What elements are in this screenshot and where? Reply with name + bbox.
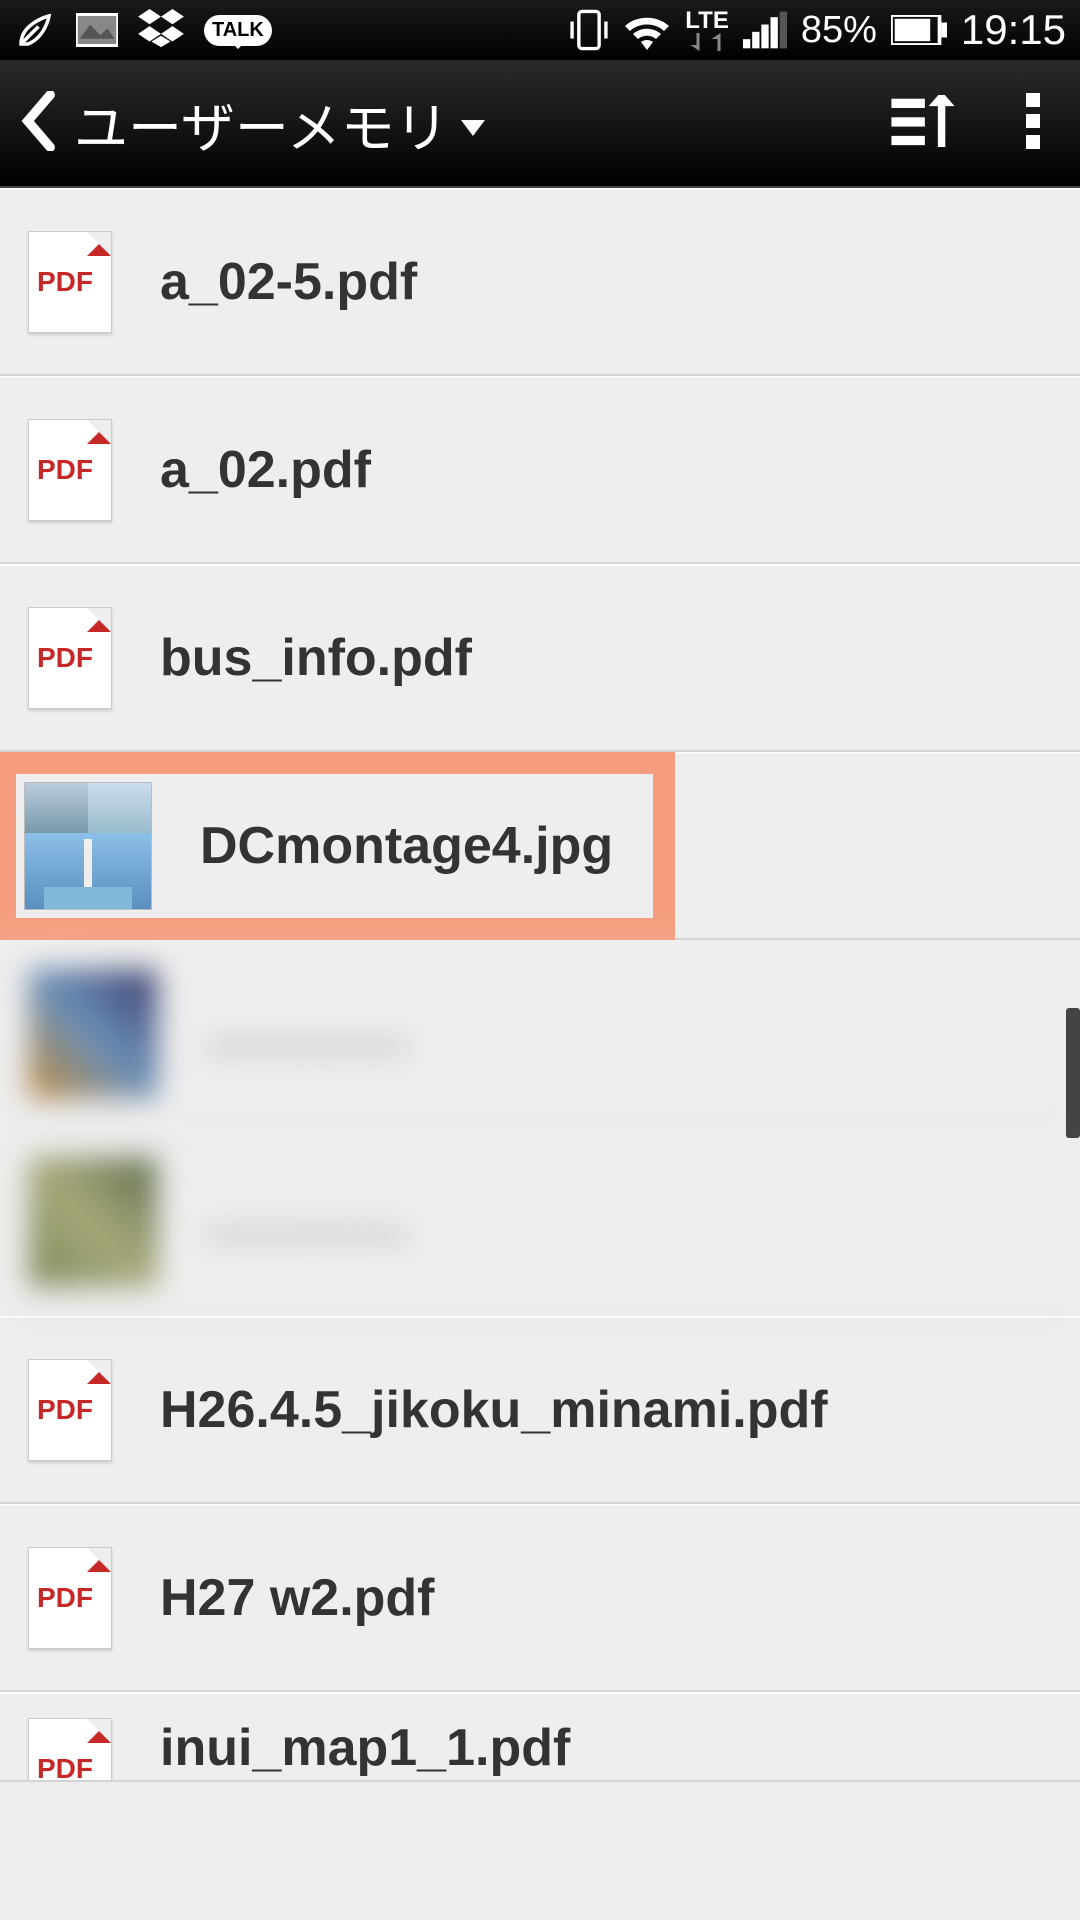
wifi-icon	[623, 10, 671, 50]
file-name: inui_map1_1.pdf	[160, 1718, 570, 1778]
file-row[interactable]: PDF inui_map1_1.pdf	[0, 1692, 1080, 1782]
highlight-box: DCmontage4.jpg	[0, 752, 675, 940]
file-row[interactable]: PDF bus_info.pdf	[0, 564, 1080, 752]
gallery-icon	[76, 13, 118, 47]
leaf-icon	[14, 9, 56, 51]
sort-button[interactable]	[890, 95, 956, 152]
file-name: ..............	[206, 1192, 408, 1252]
file-name: bus_info.pdf	[160, 628, 472, 688]
file-row[interactable]: PDF H26.4.5_jikoku_minami.pdf	[0, 1316, 1080, 1504]
talk-icon: TALK	[204, 15, 272, 46]
file-name: a_02-5.pdf	[160, 252, 417, 312]
pdf-file-icon: PDF	[28, 1359, 112, 1461]
scrollbar-thumb[interactable]	[1066, 1008, 1080, 1138]
image-thumbnail	[28, 969, 158, 1099]
pdf-file-icon: PDF	[28, 231, 112, 333]
chevron-down-icon	[461, 120, 485, 136]
file-name: a_02.pdf	[160, 440, 371, 500]
header-title-dropdown[interactable]: ユーザーメモリ	[74, 84, 485, 163]
image-thumbnail	[28, 1157, 158, 1287]
file-row[interactable]: PDF a_02-5.pdf	[0, 188, 1080, 376]
file-row[interactable]: PDF H27 w2.pdf	[0, 1504, 1080, 1692]
file-name: ..............	[206, 1004, 408, 1064]
file-row[interactable]: PDF a_02.pdf	[0, 376, 1080, 564]
pdf-file-icon: PDF	[28, 1718, 112, 1782]
file-row-highlighted[interactable]: DCmontage4.jpg	[0, 752, 1080, 940]
pdf-file-icon: PDF	[28, 419, 112, 521]
file-name: DCmontage4.jpg	[200, 816, 613, 876]
file-name: H27 w2.pdf	[160, 1568, 435, 1628]
pdf-file-icon: PDF	[28, 1547, 112, 1649]
vibrate-icon	[569, 8, 609, 52]
file-list: PDF a_02-5.pdf PDF a_02.pdf PDF bus_info…	[0, 188, 1080, 1782]
dropbox-icon	[138, 9, 184, 51]
clock: 19:15	[961, 6, 1066, 54]
lte-icon: LTE	[685, 9, 729, 51]
file-name: H26.4.5_jikoku_minami.pdf	[160, 1380, 828, 1440]
app-header: ユーザーメモリ	[0, 60, 1080, 188]
pdf-file-icon: PDF	[28, 607, 112, 709]
battery-icon	[891, 15, 947, 45]
header-title-text: ユーザーメモリ	[74, 84, 449, 163]
overflow-menu-button[interactable]	[1026, 93, 1040, 154]
back-button[interactable]	[20, 91, 74, 156]
signal-icon	[743, 11, 787, 49]
battery-percent: 85%	[801, 9, 877, 52]
file-row-redacted[interactable]: ..............	[0, 1128, 1080, 1316]
status-bar: TALK LTE 85% 19:15	[0, 0, 1080, 60]
file-row-redacted[interactable]: ..............	[0, 940, 1080, 1128]
image-thumbnail	[24, 782, 152, 910]
